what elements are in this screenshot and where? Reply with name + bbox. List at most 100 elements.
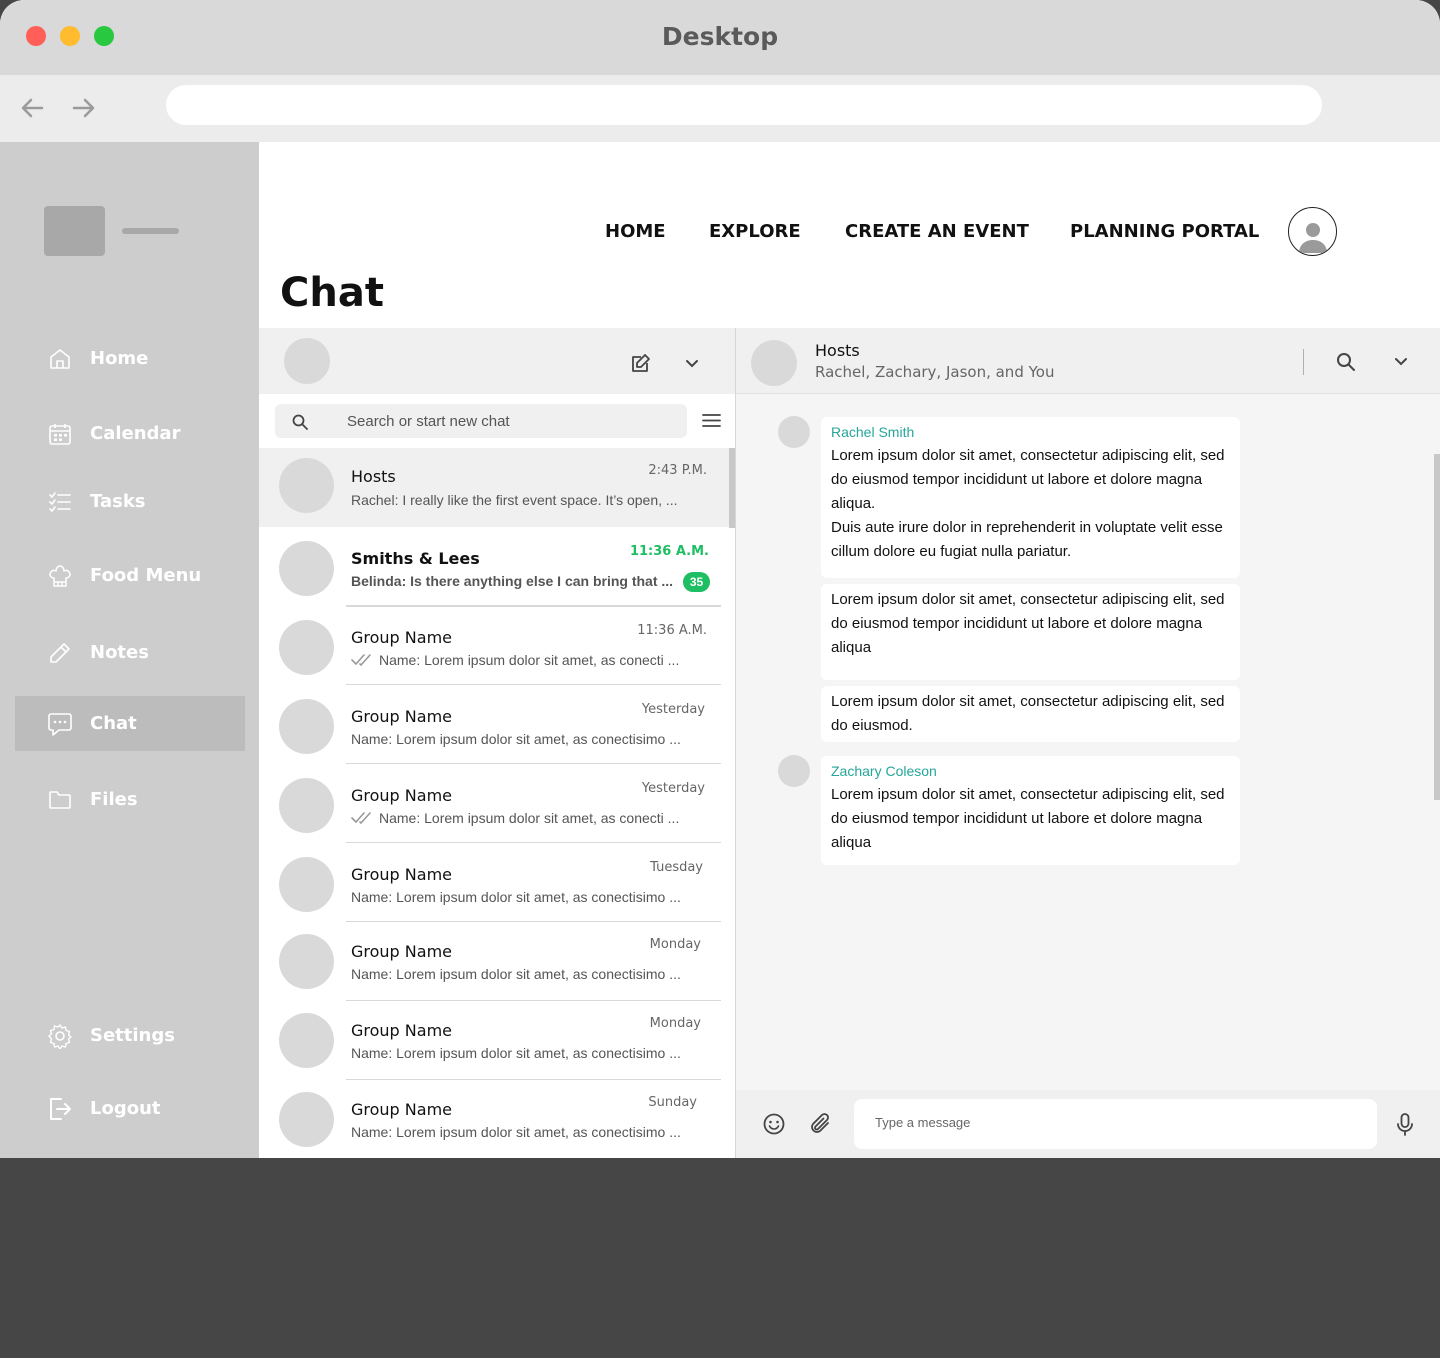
sidebar-item-notes[interactable]: Notes [15, 625, 245, 680]
message-composer: Type a message [736, 1090, 1440, 1158]
sidebar-item-tasks[interactable]: Tasks [15, 474, 245, 529]
chat-preview: Name: Lorem ipsum dolor sit amet, as con… [351, 731, 681, 747]
conversation-title[interactable]: Hosts [815, 341, 860, 360]
sender-avatar [778, 416, 810, 448]
filter-menu-icon[interactable] [702, 413, 721, 428]
chat-preview: Name: Lorem ipsum dolor sit amet, as con… [351, 1124, 681, 1140]
message-bubble: Zachary Coleson Lorem ipsum dolor sit am… [821, 756, 1240, 865]
nav-explore-link[interactable]: EXPLORE [709, 221, 801, 242]
chat-preview: Belinda: Is there anything else I can br… [351, 573, 674, 589]
chat-list-item[interactable]: Smiths & Lees 11:36 A.M. Belinda: Is the… [259, 527, 733, 606]
search-icon[interactable] [1336, 352, 1356, 372]
message-text: Lorem ipsum dolor sit amet, consectetur … [831, 447, 1225, 512]
chat-avatar [279, 458, 334, 513]
search-icon [292, 414, 308, 430]
nav-planning-portal-link[interactable]: PLANNING PORTAL [1070, 221, 1259, 242]
sidebar-item-files[interactable]: Files [15, 772, 245, 827]
sidebar-item-food-menu[interactable]: Food Menu [15, 548, 245, 603]
sidebar-item-chat[interactable]: Chat [15, 696, 245, 751]
nav-create-event-link[interactable]: CREATE AN EVENT [845, 221, 1029, 242]
message-text: Lorem ipsum dolor sit amet, consectetur … [831, 786, 1225, 851]
sidebar-item-calendar[interactable]: Calendar [15, 406, 245, 461]
logo-placeholder [44, 206, 105, 256]
chat-list-item[interactable]: Hosts 2:43 P.M. Rachel: I really like th… [259, 448, 733, 527]
search-box[interactable]: Search or start new chat [275, 404, 687, 438]
message-bubble: Rachel Smith Lorem ipsum dolor sit amet,… [821, 417, 1240, 578]
chat-time: Tuesday [650, 860, 703, 875]
chat-avatar [279, 1013, 334, 1068]
chat-time: Monday [649, 937, 701, 952]
chat-list-item[interactable]: Group Name Yesterday Name: Lorem ipsum d… [259, 764, 733, 843]
conversation-scrollbar[interactable] [1434, 454, 1440, 800]
chat-list-item[interactable]: Group Name Monday Name: Lorem ipsum dolo… [259, 922, 733, 1001]
forward-arrow-icon[interactable] [68, 93, 98, 123]
my-avatar[interactable] [284, 338, 330, 384]
sidebar-logout-label: Logout [90, 1098, 161, 1119]
message-text: Lorem ipsum dolor sit amet, consectetur … [831, 591, 1225, 656]
chevron-down-icon[interactable] [685, 357, 699, 371]
header-divider [1303, 349, 1304, 375]
user-icon [1298, 223, 1327, 253]
nav-home-link[interactable]: HOME [605, 221, 666, 242]
tasks-icon [47, 489, 73, 515]
sidebar-item-home[interactable]: Home [15, 331, 245, 386]
chat-avatar [279, 857, 334, 912]
chat-avatar [279, 1092, 334, 1147]
sidebar: Home Calendar Tasks Food Menu Notes Chat… [0, 142, 259, 1158]
conversation-header: Hosts Rachel, Zachary, Jason, and You [736, 328, 1440, 394]
sidebar-item-label: Chat [90, 713, 137, 734]
chat-avatar [279, 541, 334, 596]
paperclip-icon[interactable] [808, 1112, 832, 1136]
unread-badge: 35 [683, 572, 710, 592]
sidebar-item-settings[interactable]: Settings [15, 1008, 245, 1063]
back-arrow-icon[interactable] [18, 93, 48, 123]
sidebar-item-label: Files [90, 789, 138, 810]
chevron-down-icon[interactable] [1394, 355, 1408, 369]
chat-avatar [279, 934, 334, 989]
row-divider [346, 606, 721, 607]
message-input[interactable]: Type a message [854, 1099, 1377, 1149]
group-avatar[interactable] [751, 340, 797, 386]
double-check-icon [351, 811, 375, 825]
conversation-members: Rachel, Zachary, Jason, and You [815, 363, 1055, 381]
gear-icon [47, 1023, 73, 1049]
profile-avatar-button[interactable] [1288, 207, 1337, 256]
chat-name: Smiths & Lees [351, 549, 480, 568]
chat-name: Group Name [351, 707, 452, 726]
sidebar-item-logout[interactable]: Logout [15, 1081, 245, 1136]
new-chat-icon[interactable] [630, 352, 652, 374]
address-bar[interactable] [166, 85, 1322, 125]
chat-preview: Name: Lorem ipsum dolor sit amet, as con… [351, 966, 681, 982]
chat-list-item[interactable]: Group Name Yesterday Name: Lorem ipsum d… [259, 685, 733, 764]
microphone-icon[interactable] [1396, 1113, 1414, 1137]
chat-time: Sunday [648, 1095, 697, 1110]
sender-avatar [778, 755, 810, 787]
list-scrollbar[interactable] [729, 448, 735, 528]
chat-avatar [279, 778, 334, 833]
message-text: Duis aute irure dolor in reprehenderit i… [831, 519, 1223, 560]
chat-name: Group Name [351, 1021, 452, 1040]
message-sender: Rachel Smith [831, 424, 915, 440]
message-bubble: Lorem ipsum dolor sit amet, consectetur … [821, 686, 1240, 742]
chat-list-item[interactable]: Group Name Monday Name: Lorem ipsum dolo… [259, 1001, 733, 1080]
chat-name: Group Name [351, 942, 452, 961]
chat-preview: Name: Lorem ipsum dolor sit amet, as con… [379, 810, 680, 826]
chat-avatar [279, 699, 334, 754]
home-icon [47, 346, 73, 372]
double-check-icon [351, 653, 375, 667]
chat-name: Hosts [351, 467, 396, 486]
chat-list-item[interactable]: Group Name 11:36 A.M. Name: Lorem ipsum … [259, 606, 733, 685]
chat-list-item[interactable]: Group Name Tuesday Name: Lorem ipsum dol… [259, 843, 733, 922]
browser-toolbar [0, 75, 1440, 142]
sidebar-item-label: Food Menu [90, 565, 202, 586]
sidebar-item-label: Calendar [90, 423, 181, 444]
chat-list-item[interactable]: Group Name Sunday Name: Lorem ipsum dolo… [259, 1080, 733, 1158]
chat-bubble-icon [47, 711, 73, 737]
message-bubble: Lorem ipsum dolor sit amet, consectetur … [821, 584, 1240, 680]
sidebar-item-label: Home [90, 348, 149, 369]
chat-time: Yesterday [641, 702, 705, 717]
logo-text-placeholder [122, 228, 179, 234]
chat-name: Group Name [351, 628, 452, 647]
emoji-icon[interactable] [763, 1113, 785, 1135]
chat-list-pane: Search or start new chat Hosts 2:43 P.M.… [259, 328, 736, 1158]
